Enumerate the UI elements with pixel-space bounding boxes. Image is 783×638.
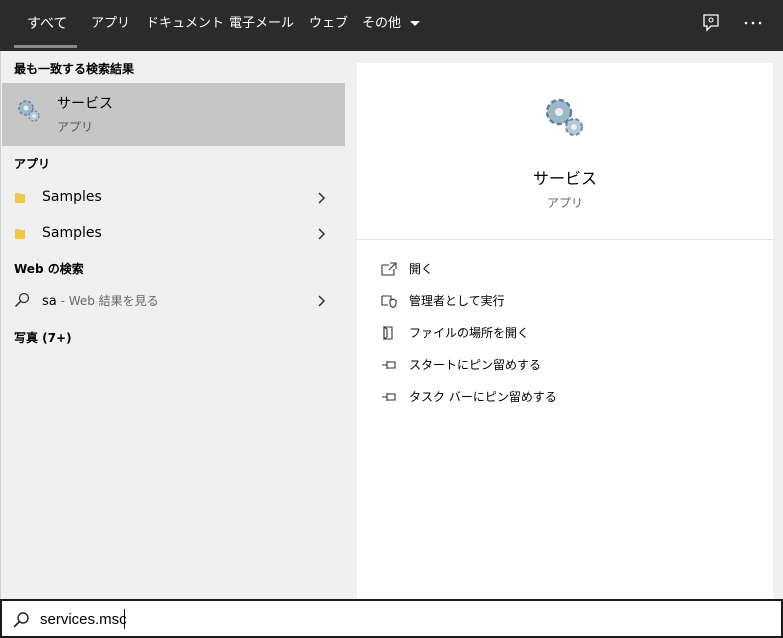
app-result-label: Samples (42, 225, 102, 241)
more-options-icon[interactable] (742, 12, 764, 34)
action-label: 管理者として実行 (409, 294, 505, 308)
action-open[interactable]: 開く (377, 255, 757, 283)
best-match-heading: 最も一致する検索結果 (14, 62, 135, 76)
action-label: タスク バーにピン留めする (409, 390, 557, 404)
search-box[interactable] (0, 599, 783, 638)
pin-icon (382, 393, 396, 401)
action-label: 開く (409, 262, 434, 276)
preview-pane: サービス アプリ 開く 管理者として実行 ファイルの場所を開く スタートにピン留… (357, 63, 773, 599)
pin-icon (382, 361, 396, 369)
divider (357, 239, 773, 240)
chevron-down-icon (410, 20, 421, 26)
tab-documents[interactable]: ドキュメント (146, 0, 224, 51)
search-input[interactable] (40, 608, 740, 630)
file-location-icon (383, 326, 393, 340)
web-search-text: sa - Web 結果を見る (42, 292, 159, 309)
tab-email[interactable]: 電子メール (229, 0, 294, 51)
app-result-item[interactable]: Samples (2, 217, 345, 251)
search-icon (14, 292, 30, 308)
app-result-label: Samples (42, 189, 102, 205)
gears-icon (545, 98, 583, 136)
action-open-file-location[interactable]: ファイルの場所を開く (377, 319, 757, 347)
results-list: 最も一致する検索結果 サービス アプリ アプリ Samples Samples … (0, 51, 345, 599)
text-caret (124, 609, 125, 629)
web-search-suffix: - Web 結果を見る (56, 294, 159, 308)
action-label: スタートにピン留めする (409, 358, 542, 372)
tab-more-label: その他 (362, 16, 402, 31)
tab-all[interactable]: すべて (27, 0, 67, 51)
action-pin-to-start[interactable]: スタートにピン留めする (377, 351, 757, 379)
chevron-right-icon[interactable] (316, 228, 326, 240)
best-match-type: アプリ (57, 120, 94, 134)
tab-web[interactable]: ウェブ (309, 0, 348, 51)
feedback-icon[interactable] (700, 12, 722, 34)
web-search-query: sa (42, 294, 57, 309)
web-search-heading: Web の検索 (14, 262, 84, 276)
action-pin-to-taskbar[interactable]: タスク バーにピン留めする (377, 383, 757, 411)
chevron-right-icon[interactable] (316, 192, 326, 204)
preview-app-type: アプリ (546, 196, 583, 210)
apps-heading: アプリ (14, 157, 51, 171)
active-tab-indicator (14, 45, 77, 48)
app-result-item[interactable]: Samples (2, 181, 345, 215)
folder-icon (15, 193, 25, 203)
web-search-item[interactable]: sa - Web 結果を見る (2, 284, 345, 318)
tab-more[interactable]: その他 (362, 0, 421, 51)
open-icon (381, 262, 397, 276)
search-icon (13, 612, 29, 628)
folder-icon (15, 229, 25, 239)
photos-heading[interactable]: 写真 (7+) (14, 329, 72, 346)
preview-app-name: サービス (532, 169, 597, 188)
best-match-item[interactable]: サービス アプリ (2, 83, 345, 146)
tab-apps[interactable]: アプリ (91, 0, 130, 51)
action-label: ファイルの場所を開く (409, 326, 530, 340)
chevron-right-icon[interactable] (316, 295, 326, 307)
search-scope-bar: すべて アプリ ドキュメント 電子メール ウェブ その他 (0, 0, 783, 51)
shield-icon (381, 295, 397, 308)
gears-icon (18, 100, 40, 122)
best-match-name: サービス (57, 96, 113, 112)
action-run-as-admin[interactable]: 管理者として実行 (377, 287, 757, 315)
